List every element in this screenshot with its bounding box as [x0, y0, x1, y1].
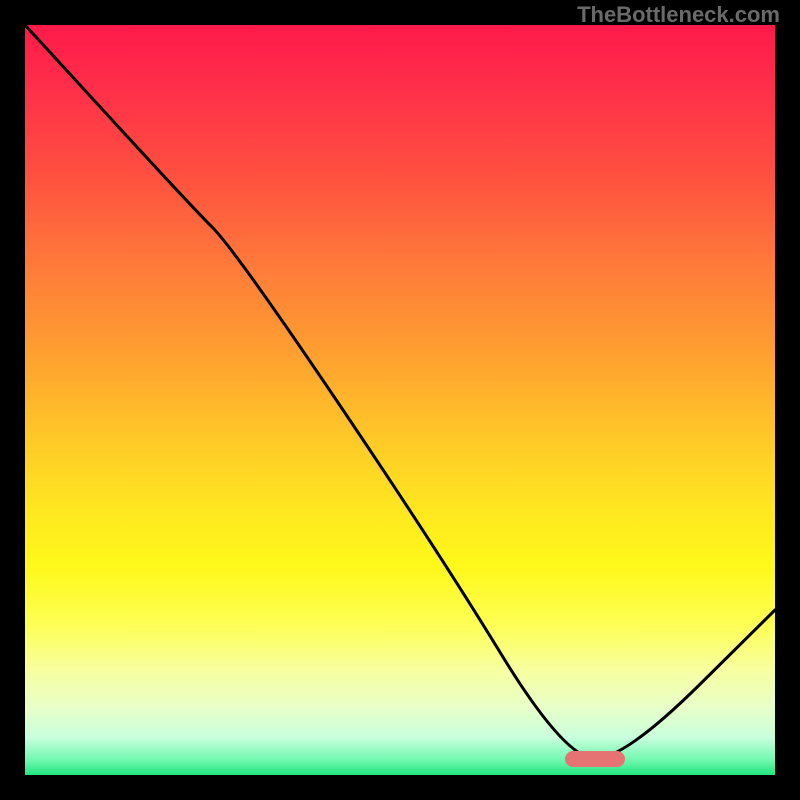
watermark-text: TheBottleneck.com: [577, 2, 780, 28]
plot-area: [25, 25, 775, 775]
bottleneck-curve: [25, 25, 775, 775]
optimal-marker: [565, 751, 625, 767]
